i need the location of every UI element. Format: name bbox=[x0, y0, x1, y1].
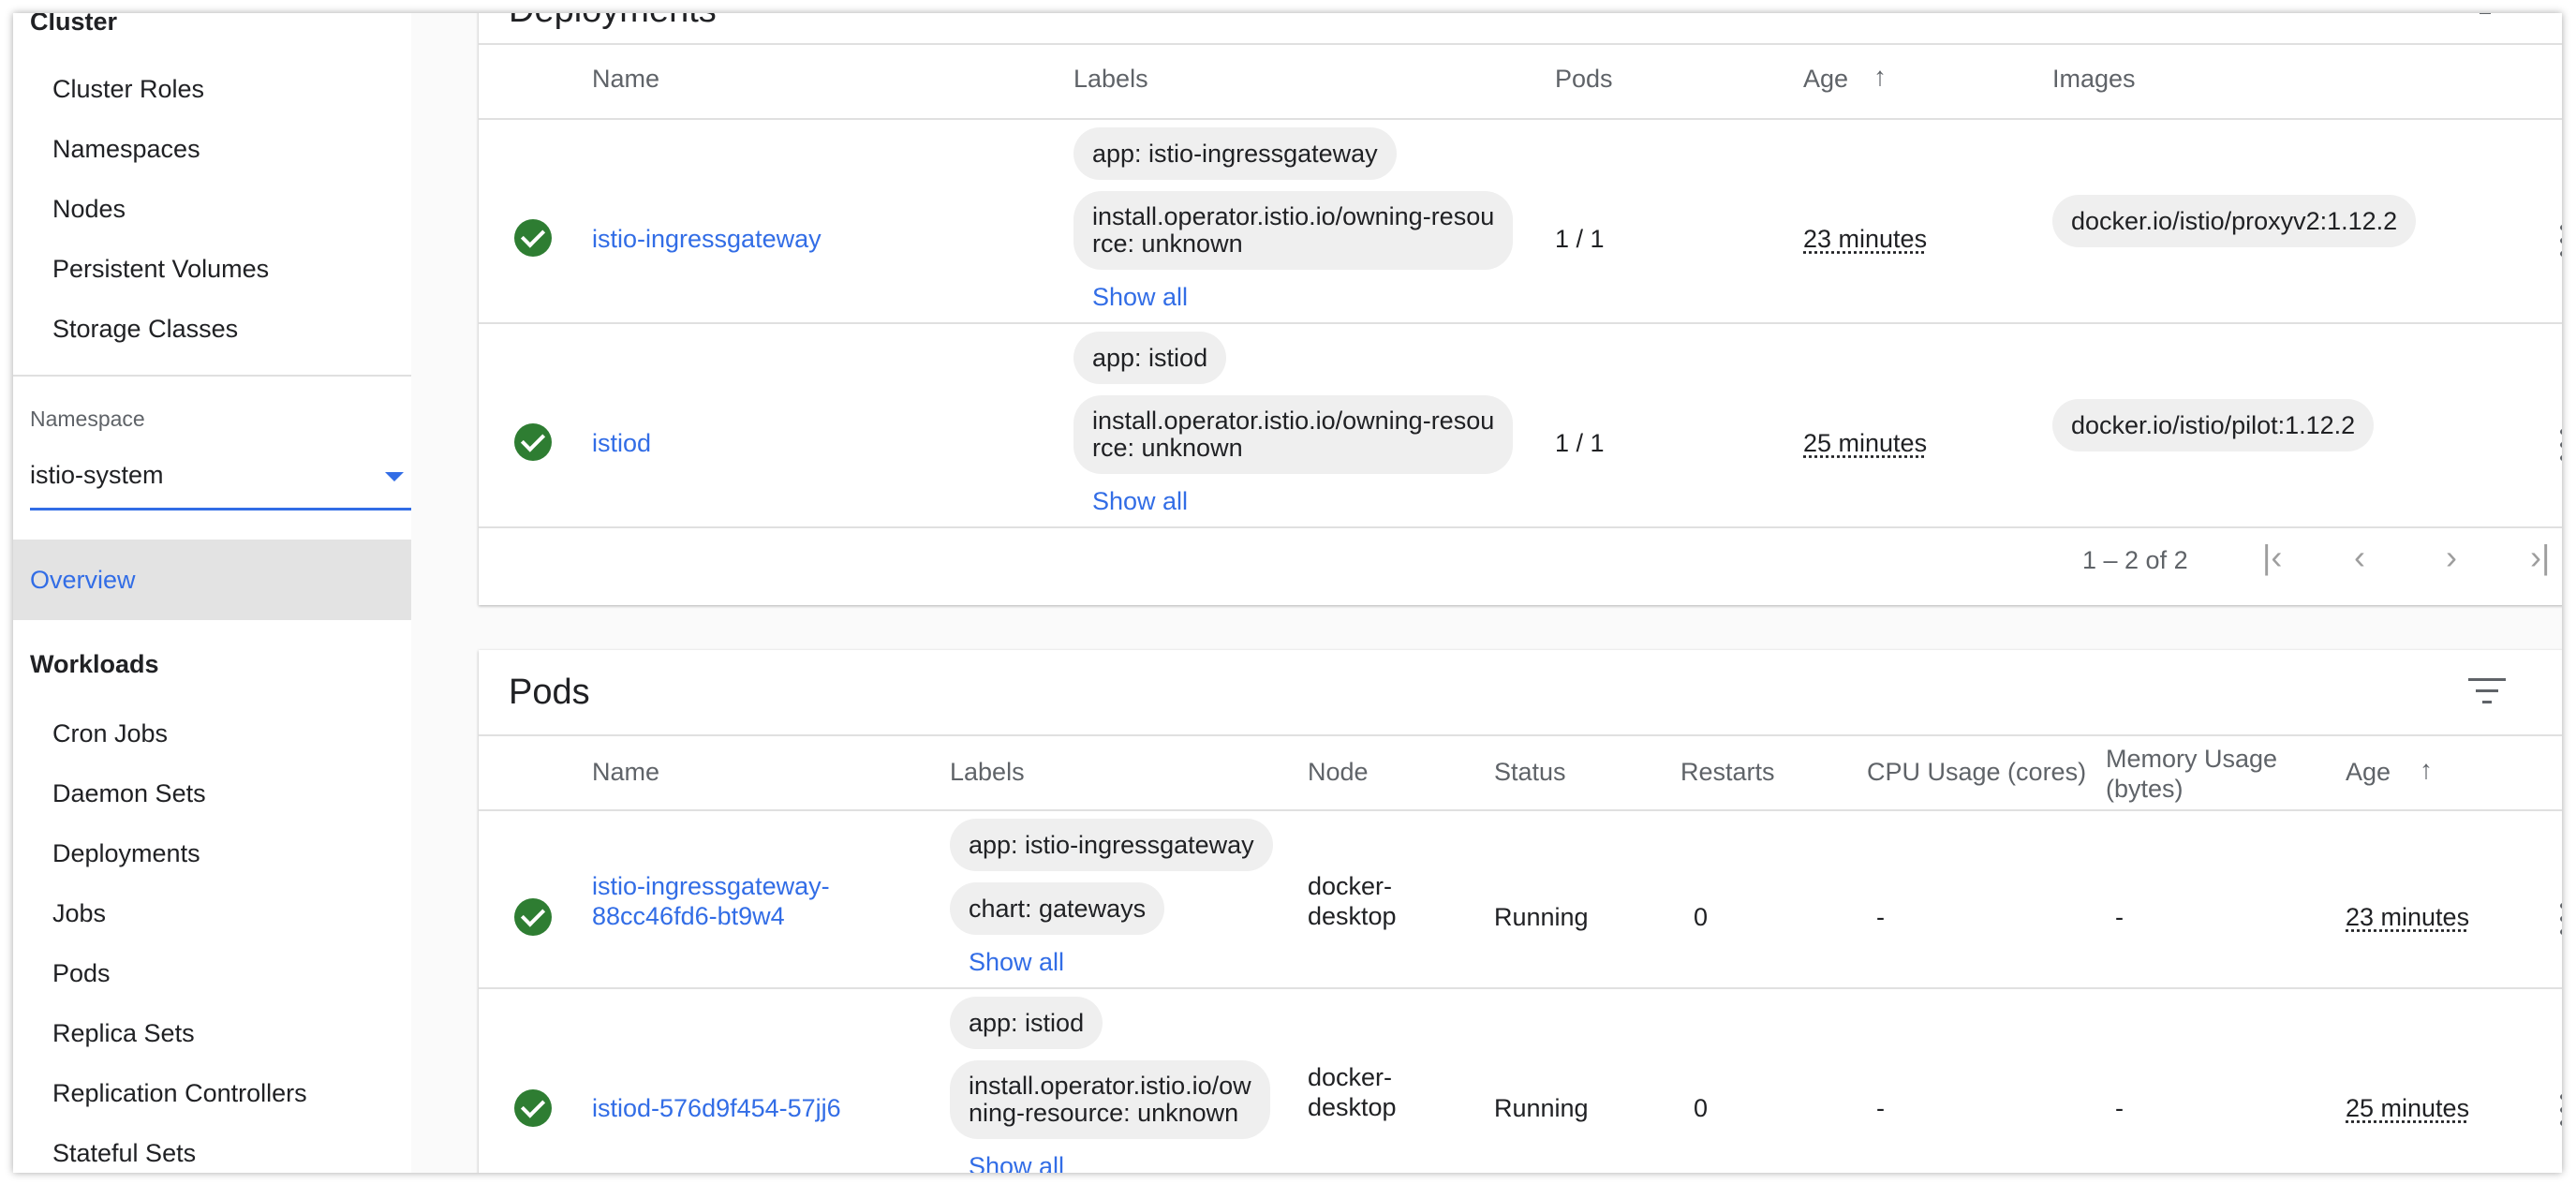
deployments-card: Deployments Name Labels Pods Age ↑ Image… bbox=[479, 13, 2562, 605]
namespace-value: istio-system bbox=[30, 461, 164, 489]
sidebar-item-replica-sets[interactable]: Replica Sets bbox=[52, 1019, 195, 1048]
sidebar-item-jobs[interactable]: Jobs bbox=[52, 899, 106, 928]
show-all-link[interactable]: Show all bbox=[969, 948, 1064, 977]
col-header-node[interactable]: Node bbox=[1308, 758, 1369, 787]
sidebar-item-stateful-sets[interactable]: Stateful Sets bbox=[52, 1139, 196, 1168]
pod-name-link[interactable]: istio-ingressgateway- 88cc46fd6-bt9w4 bbox=[592, 871, 830, 931]
pods-count: 1 / 1 bbox=[1555, 225, 1605, 253]
col-header-name[interactable]: Name bbox=[592, 65, 659, 94]
sidebar-item-persistent-volumes[interactable]: Persistent Volumes bbox=[52, 255, 269, 284]
divider bbox=[479, 118, 2562, 120]
col-header-name[interactable]: Name bbox=[592, 758, 659, 787]
status-value: Running bbox=[1494, 1094, 1589, 1122]
memory-value: - bbox=[2115, 1094, 2124, 1122]
pods-count: 1 / 1 bbox=[1555, 429, 1605, 457]
more-vert-icon[interactable] bbox=[2560, 903, 2562, 935]
show-all-link[interactable]: Show all bbox=[969, 1152, 1064, 1173]
namespace-select[interactable]: istio-system bbox=[30, 461, 411, 511]
label-chip: install.operator.istio.io/owning-resou r… bbox=[1073, 395, 1514, 474]
check-circle-icon bbox=[514, 898, 552, 936]
divider bbox=[479, 43, 2562, 45]
arrow-upward-icon[interactable]: ↑ bbox=[2420, 755, 2433, 785]
age-value: 25 minutes bbox=[2346, 1094, 2470, 1122]
more-vert-icon[interactable] bbox=[2560, 429, 2562, 461]
sidebar-item-replication-controllers[interactable]: Replication Controllers bbox=[52, 1079, 307, 1108]
chevron-left-icon[interactable]: ‹ bbox=[2354, 538, 2365, 577]
col-header-labels: Labels bbox=[950, 758, 1025, 786]
label-chip: app: istio-ingressgateway bbox=[1073, 127, 1397, 180]
namespace-label: Namespace bbox=[30, 407, 145, 431]
first-page-icon[interactable]: |‹ bbox=[2262, 538, 2282, 577]
show-all-link[interactable]: Show all bbox=[1092, 487, 1188, 516]
divider bbox=[479, 526, 2562, 528]
check-circle-icon bbox=[514, 1089, 552, 1127]
dropdown-arrow-icon bbox=[385, 472, 404, 481]
sidebar-item-daemon-sets[interactable]: Daemon Sets bbox=[52, 779, 206, 808]
col-header-cpu: CPU Usage (cores) bbox=[1867, 758, 2087, 786]
sidebar-item-pods[interactable]: Pods bbox=[52, 959, 111, 988]
divider bbox=[479, 322, 2562, 324]
check-circle-icon bbox=[514, 423, 552, 461]
sidebar-item-cron-jobs[interactable]: Cron Jobs bbox=[52, 719, 168, 748]
more-vert-icon[interactable] bbox=[2560, 225, 2562, 257]
memory-value: - bbox=[2115, 903, 2124, 931]
sidebar-section-workloads: Workloads bbox=[30, 650, 159, 678]
label-chip: app: istiod bbox=[950, 997, 1103, 1049]
pod-name-link[interactable]: istiod-576d9f454-57jj6 bbox=[592, 1094, 841, 1123]
filter-list-icon[interactable] bbox=[2468, 678, 2506, 706]
chevron-right-icon[interactable]: › bbox=[2446, 538, 2457, 577]
col-header-memory: Memory Usage (bytes) bbox=[2106, 745, 2278, 803]
pods-card: Pods Name Labels Node Status Restarts CP… bbox=[479, 650, 2562, 1173]
col-header-restarts[interactable]: Restarts bbox=[1680, 758, 1775, 787]
divider bbox=[479, 987, 2562, 989]
col-header-pods[interactable]: Pods bbox=[1555, 65, 1613, 94]
sidebar-section-cluster: Cluster bbox=[30, 13, 118, 36]
cpu-value: - bbox=[1876, 1094, 1885, 1122]
arrow-upward-icon[interactable]: ↑ bbox=[1873, 62, 1887, 92]
divider bbox=[479, 734, 2562, 736]
image-chip: docker.io/istio/proxyv2:1.12.2 bbox=[2052, 195, 2417, 247]
sidebar-item-deployments[interactable]: Deployments bbox=[52, 839, 200, 868]
node-value: docker- desktop bbox=[1308, 872, 1397, 930]
deployment-name-link[interactable]: istio-ingressgateway bbox=[592, 225, 822, 254]
label-chip: install.operator.istio.io/owning-resou r… bbox=[1073, 191, 1514, 270]
check-circle-icon bbox=[514, 219, 552, 257]
label-chip: app: istiod bbox=[1073, 332, 1227, 384]
show-all-link[interactable]: Show all bbox=[1092, 283, 1188, 312]
node-value: docker- desktop bbox=[1308, 1063, 1397, 1121]
sidebar: Cluster Cluster Roles Namespaces Nodes P… bbox=[13, 13, 411, 1173]
divider bbox=[479, 809, 2562, 811]
col-header-age[interactable]: Age bbox=[1803, 65, 1848, 94]
sidebar-item-namespaces[interactable]: Namespaces bbox=[52, 135, 200, 164]
pods-title: Pods bbox=[509, 673, 590, 712]
label-chip: install.operator.istio.io/ow ning-resour… bbox=[950, 1060, 1270, 1139]
col-header-labels: Labels bbox=[1073, 65, 1148, 93]
cpu-value: - bbox=[1876, 903, 1885, 931]
label-chip: chart: gateways bbox=[950, 882, 1165, 935]
col-header-age[interactable]: Age bbox=[2346, 758, 2391, 787]
col-header-images: Images bbox=[2052, 65, 2136, 93]
status-value: Running bbox=[1494, 903, 1589, 931]
sidebar-item-cluster-roles[interactable]: Cluster Roles bbox=[52, 75, 204, 104]
sidebar-item-overview-label: Overview bbox=[30, 566, 136, 594]
age-value: 25 minutes bbox=[1803, 429, 1928, 457]
image-chip: docker.io/istio/pilot:1.12.2 bbox=[2052, 399, 2375, 451]
last-page-icon[interactable]: ›| bbox=[2530, 538, 2550, 577]
restarts-value: 0 bbox=[1694, 903, 1709, 931]
col-header-status[interactable]: Status bbox=[1494, 758, 1566, 787]
sidebar-item-overview[interactable]: Overview bbox=[13, 540, 411, 620]
deployments-title: Deployments bbox=[509, 13, 717, 31]
sidebar-item-nodes[interactable]: Nodes bbox=[52, 195, 126, 224]
collapse-icon[interactable] bbox=[2480, 13, 2491, 14]
deployment-name-link[interactable]: istiod bbox=[592, 429, 651, 458]
app-frame: Cluster Cluster Roles Namespaces Nodes P… bbox=[13, 13, 2562, 1173]
more-vert-icon[interactable] bbox=[2560, 1094, 2562, 1126]
sidebar-item-storage-classes[interactable]: Storage Classes bbox=[52, 315, 238, 344]
pagination-range: 1 – 2 of 2 bbox=[2082, 546, 2188, 574]
age-value: 23 minutes bbox=[1803, 225, 1928, 253]
sidebar-divider bbox=[13, 375, 411, 377]
restarts-value: 0 bbox=[1694, 1094, 1709, 1122]
age-value: 23 minutes bbox=[2346, 903, 2470, 931]
label-chip: app: istio-ingressgateway bbox=[950, 819, 1273, 871]
